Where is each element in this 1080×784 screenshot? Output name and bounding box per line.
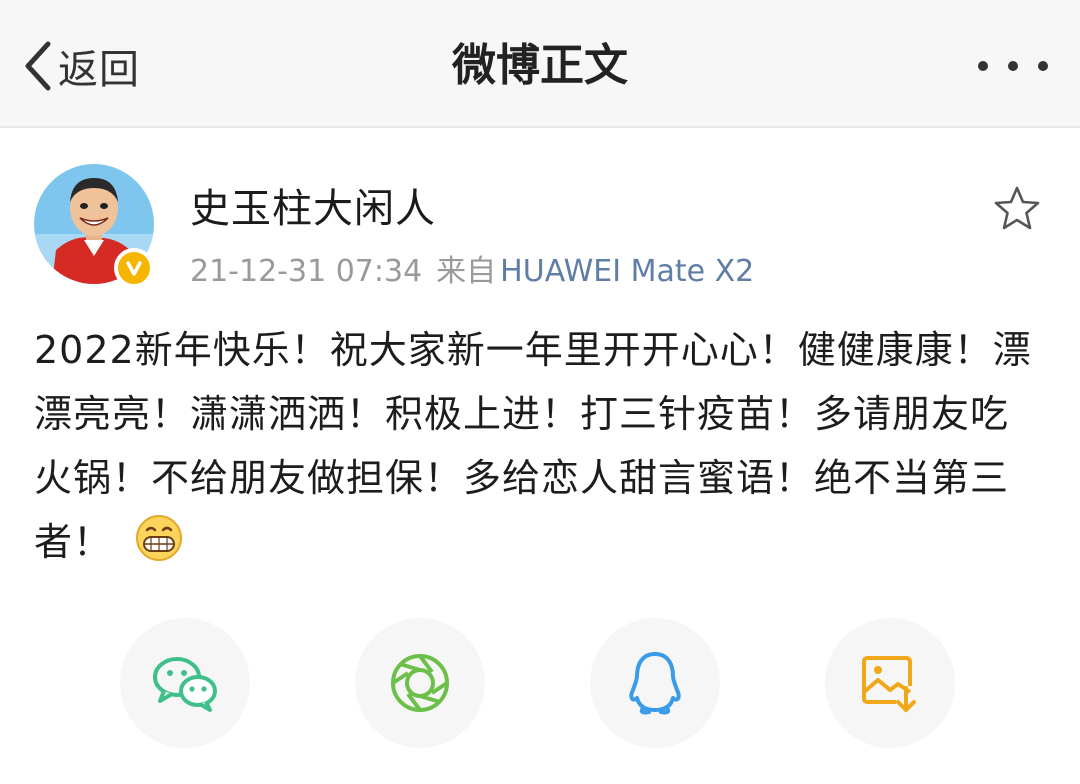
dot — [1008, 61, 1018, 71]
grinning-emoji-icon — [134, 513, 184, 563]
star-icon[interactable] — [992, 184, 1042, 234]
dot — [1038, 61, 1048, 71]
author-name[interactable]: 史玉柱大闲人 — [190, 176, 436, 234]
post-timestamp: 21-12-31 07:34 — [190, 254, 423, 289]
save-image-icon — [862, 656, 916, 712]
chevron-left-icon — [25, 41, 51, 91]
save-image-button[interactable] — [825, 618, 955, 748]
share-moments-button[interactable] — [355, 618, 485, 748]
back-button[interactable]: 返回 — [22, 36, 140, 96]
post-source[interactable]: HUAWEI Mate X2 — [500, 254, 754, 289]
page-title: 微博正文 — [452, 40, 628, 91]
verified-badge-icon — [114, 248, 154, 288]
share-wechat-button[interactable] — [120, 618, 250, 748]
moments-icon — [391, 654, 449, 712]
back-label: 返回 — [58, 47, 140, 93]
from-label: 来自 — [436, 254, 497, 289]
weibo-post-page: 返回 微博正文 史玉柱大闲人 21-12-31 07:34 来自 HUAWEI … — [0, 0, 1080, 784]
post-meta: 21-12-31 07:34 来自 HUAWEI Mate X2 — [190, 246, 754, 290]
more-dots-icon[interactable] — [978, 46, 1048, 86]
qq-icon — [629, 652, 681, 715]
top-navbar: 返回 微博正文 — [0, 0, 1080, 128]
share-qq-button[interactable] — [590, 618, 720, 748]
post-content: 2022新年快乐！祝大家新一年里开开心心！健健康康！漂漂亮亮！潇潇洒洒！积极上进… — [34, 318, 1044, 574]
dot — [978, 61, 988, 71]
wechat-icon — [153, 657, 217, 712]
